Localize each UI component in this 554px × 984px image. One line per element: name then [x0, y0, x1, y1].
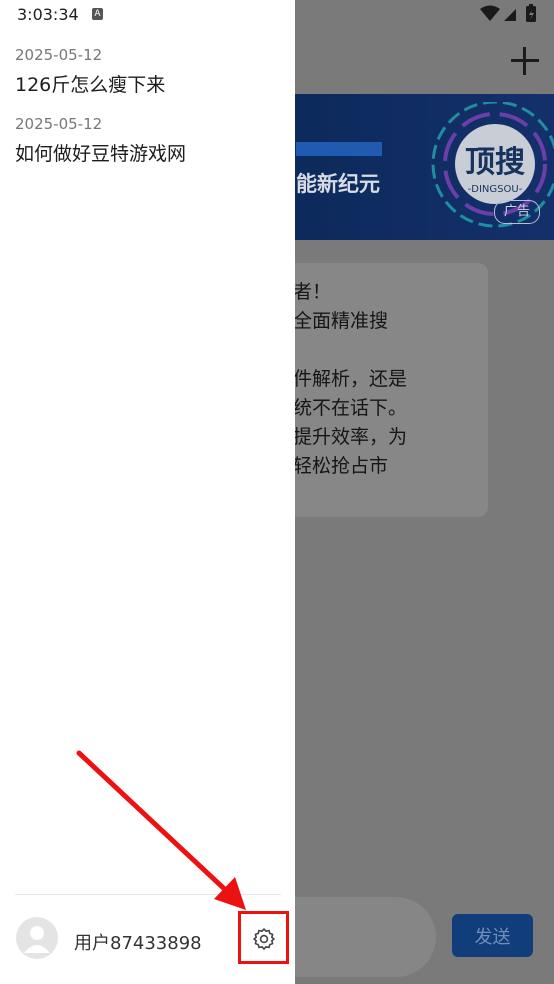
history-date: 2025-05-12: [15, 115, 103, 133]
status-icons: [480, 4, 550, 26]
ad-badge: 广告: [494, 200, 540, 224]
screen: 话 能新纪元 顶搜 -DINGSOU- 广告 搜索王者！ 能实现全面精准搜 服务…: [0, 0, 554, 984]
user-avatar[interactable]: [16, 917, 58, 959]
logo-text: 顶搜: [465, 145, 525, 180]
send-button[interactable]: 发送: [452, 914, 533, 957]
username: 用户87433898: [74, 933, 202, 954]
history-drawer: 3:03:34 A 2025-05-12 126斤怎么瘦下来 2025-05-1…: [0, 0, 295, 984]
history-title: 126斤怎么瘦下来: [15, 74, 166, 96]
history-date: 2025-05-12: [15, 46, 103, 64]
history-title: 如何做好豆特游戏网: [15, 143, 187, 165]
person-icon: [24, 926, 50, 953]
history-item[interactable]: 2025-05-12 126斤怎么瘦下来: [15, 46, 285, 97]
add-chat-icon[interactable]: [511, 47, 539, 75]
gear-icon: [253, 928, 275, 950]
banner-text: 能新纪元: [296, 172, 380, 196]
divider: [15, 894, 281, 895]
wifi-signal-battery-icon: [480, 4, 536, 22]
logo-sub: -DINGSOU-: [468, 184, 523, 195]
status-time: 3:03:34: [17, 5, 79, 24]
notification-icon: A: [92, 8, 103, 20]
banner-bar: [296, 142, 382, 156]
history-item[interactable]: 2025-05-12 如何做好豆特游戏网: [15, 115, 285, 166]
settings-button[interactable]: [238, 911, 289, 964]
